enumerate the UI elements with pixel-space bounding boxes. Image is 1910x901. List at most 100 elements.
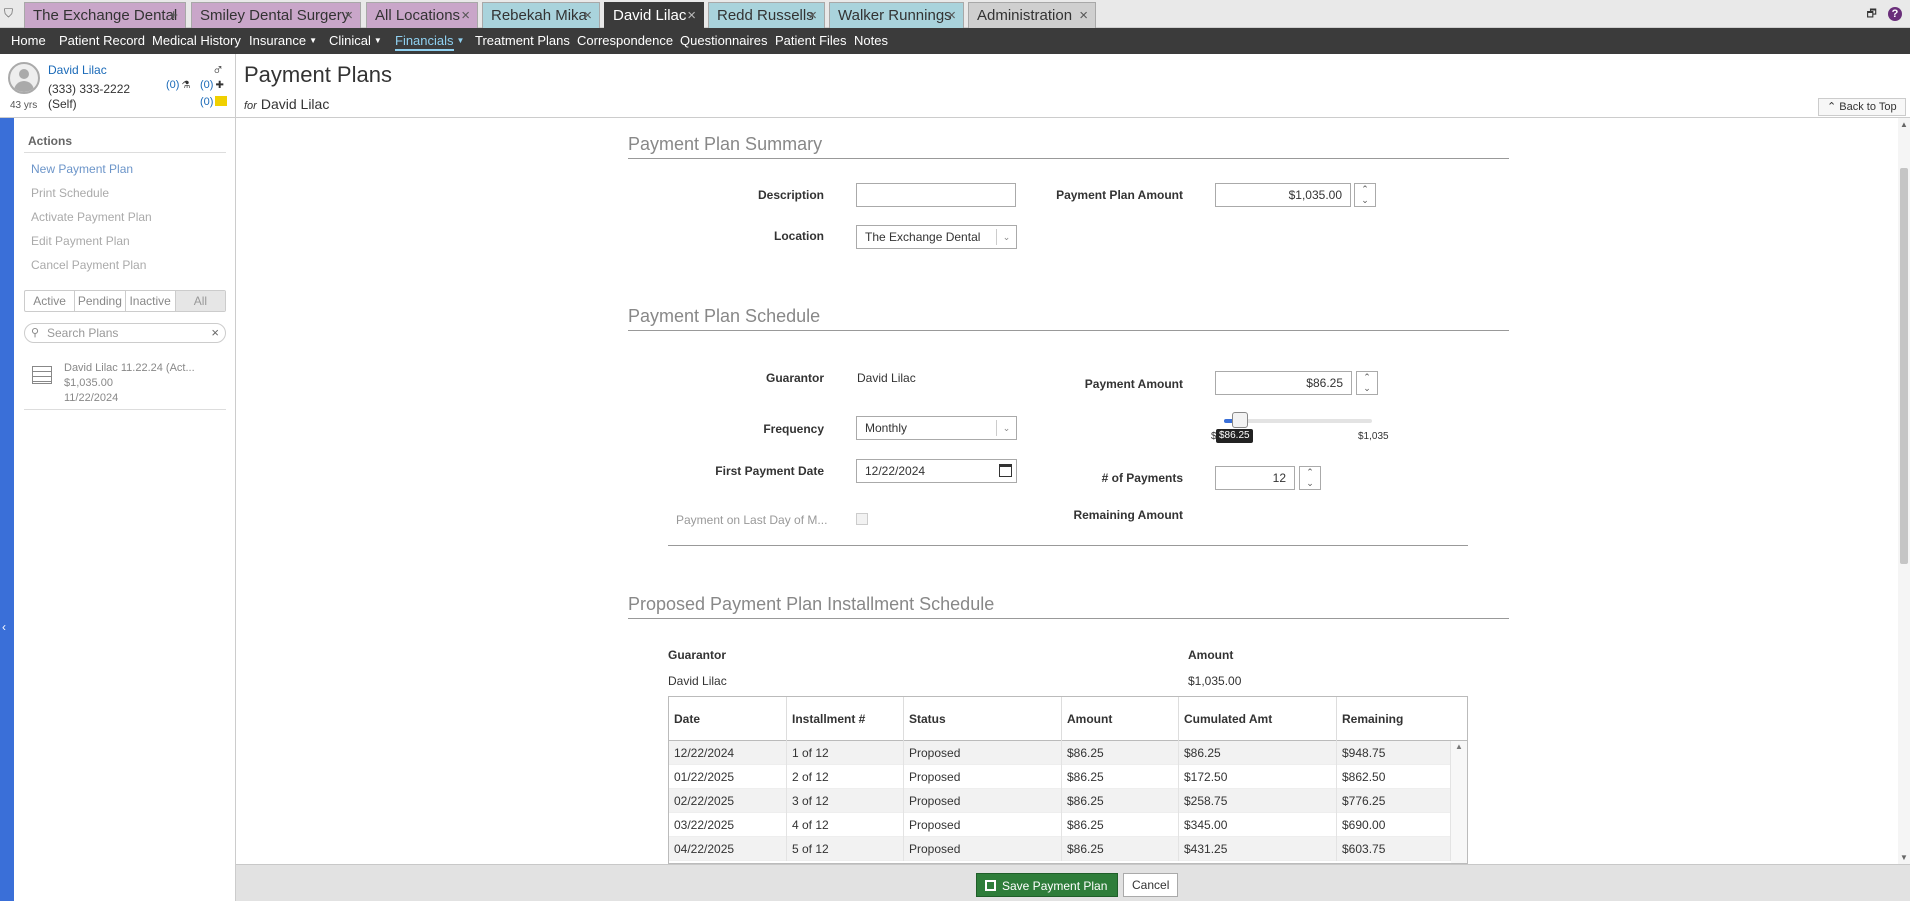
filter-all[interactable]: All [175, 291, 225, 311]
scrollbar-thumb[interactable] [1900, 168, 1908, 564]
notes-badge[interactable]: (0) [200, 96, 228, 108]
nav-insurance[interactable]: Insurance ▼ [249, 28, 317, 54]
column-header-amount[interactable]: Amount [1062, 697, 1179, 741]
table-row[interactable]: 04/22/2025 5 of 12 Proposed $86.25 $431.25 $6… [669, 837, 1451, 861]
chevron-up-icon[interactable]: ⌃ [1355, 184, 1375, 195]
chevron-up-icon[interactable]: ⌃ [1357, 372, 1377, 383]
edit-payment-plan-action[interactable]: Edit Payment Plan [31, 234, 130, 248]
num-payments-stepper[interactable]: ⌃ ⌄ [1299, 466, 1321, 490]
table-row[interactable]: 12/22/2024 1 of 12 Proposed $86.25 $86.25 $94… [669, 741, 1451, 765]
tab-all-locations[interactable]: All Locations × [366, 2, 478, 28]
patient-name-link[interactable]: David Lilac [48, 63, 107, 77]
num-payments-input[interactable] [1215, 466, 1295, 490]
chevron-down-icon[interactable]: ⌄ [1357, 383, 1377, 394]
page-scrollbar[interactable]: ▲ ▼ [1898, 118, 1910, 864]
table-row[interactable]: 02/22/2025 3 of 12 Proposed $86.25 $258.75 $7… [669, 789, 1451, 813]
scroll-up-icon[interactable]: ▲ [1451, 741, 1467, 753]
patient-phone: (333) 333-2222 [48, 82, 131, 96]
payment-amount-stepper[interactable]: ⌃ ⌄ [1356, 371, 1378, 395]
nav-questionnaires[interactable]: Questionnaires [680, 28, 767, 54]
tab-walker-runnings[interactable]: Walker Runnings × [829, 2, 964, 28]
close-icon[interactable]: × [344, 3, 353, 29]
patient-relation: (Self) [48, 97, 77, 111]
first-payment-date-value: 12/22/2024 [865, 464, 926, 478]
column-header-installment[interactable]: Installment # [787, 697, 904, 741]
nav-patient-record[interactable]: Patient Record [59, 28, 145, 54]
scroll-up-icon[interactable]: ▲ [1898, 120, 1910, 129]
filter-pending[interactable]: Pending [75, 291, 126, 311]
table-scrollbar[interactable]: ▲ [1451, 741, 1467, 863]
column-header-cumulated[interactable]: Cumulated Amt [1179, 697, 1337, 741]
close-icon[interactable]: × [808, 3, 817, 29]
frequency-select[interactable]: Monthly ⌄ [856, 416, 1017, 440]
nav-clinical[interactable]: Clinical ▼ [329, 28, 382, 54]
column-header-remaining[interactable]: Remaining [1337, 697, 1467, 741]
avatar [8, 62, 40, 94]
tab-david-lilac[interactable]: David Lilac × [604, 2, 704, 28]
slider-handle[interactable] [1232, 412, 1249, 428]
tab-rebekah-mika[interactable]: Rebekah Mika × [482, 2, 600, 28]
table-row[interactable]: 03/22/2025 4 of 12 Proposed $86.25 $345.00 $6… [669, 813, 1451, 837]
chevron-up-icon[interactable]: ⌃ [1300, 467, 1320, 478]
new-payment-plan-action[interactable]: New Payment Plan [31, 162, 133, 176]
nav-home[interactable]: Home [11, 28, 46, 54]
close-icon[interactable]: × [461, 3, 470, 29]
payment-plan-amount-stepper[interactable]: ⌃ ⌄ [1354, 183, 1376, 207]
chevron-down-icon[interactable]: ⌄ [1300, 478, 1320, 489]
calendar-icon[interactable] [999, 464, 1012, 477]
column-header-status[interactable]: Status [904, 697, 1062, 741]
search-plans-input[interactable] [47, 325, 207, 341]
location-select[interactable]: The Exchange Dental ⌄ [856, 225, 1017, 249]
lab-badge[interactable]: (0) ⚗ [166, 79, 190, 91]
filter-inactive[interactable]: Inactive [126, 291, 176, 311]
activate-payment-plan-action[interactable]: Activate Payment Plan [31, 210, 152, 224]
nav-treatment-plans[interactable]: Treatment Plans [475, 28, 570, 54]
add-tab-icon[interactable]: + [169, 3, 178, 29]
payment-last-day-checkbox[interactable] [856, 513, 868, 525]
nav-notes[interactable]: Notes [854, 28, 888, 54]
search-icon: ⚲ [31, 327, 40, 339]
chevron-down-icon[interactable]: ⌄ [1355, 195, 1375, 206]
nav-patient-files[interactable]: Patient Files [775, 28, 847, 54]
cell-installment: 2 of 12 [787, 765, 904, 789]
close-icon[interactable]: × [947, 3, 956, 29]
payment-amount-slider[interactable] [1224, 412, 1372, 428]
tab-smiley-dental-surgery[interactable]: Smiley Dental Surgery × [191, 2, 361, 28]
clear-search-icon[interactable]: × [211, 325, 219, 340]
restore-window-icon[interactable]: 🗗 [1865, 7, 1879, 21]
save-payment-plan-button[interactable]: Save Payment Plan [976, 873, 1119, 897]
payment-plan-list-item[interactable]: David Lilac 11.22.24 (Act... $1,035.00 1… [24, 356, 226, 410]
patient-age: 43 yrs [10, 100, 38, 111]
column-header-date[interactable]: Date [669, 697, 787, 741]
scroll-down-icon[interactable]: ▼ [1898, 853, 1910, 862]
cell-installment: 1 of 12 [787, 741, 904, 765]
nav-medical-history[interactable]: Medical History [152, 28, 241, 54]
cell-status: Proposed [904, 741, 1062, 765]
plan-title: David Lilac 11.22.24 (Act... [64, 362, 195, 374]
filter-active[interactable]: Active [25, 291, 76, 311]
close-icon[interactable]: × [583, 3, 592, 29]
close-icon[interactable]: × [687, 3, 696, 29]
cell-cumulated: $86.25 [1179, 741, 1337, 765]
actions-divider [24, 152, 226, 153]
location-label: Location [774, 229, 824, 243]
collapse-sidebar-strip[interactable]: ‹ [0, 118, 14, 901]
payment-amount-input[interactable] [1215, 371, 1352, 395]
nav-financials[interactable]: Financials ▼ [395, 28, 464, 54]
tab-administration[interactable]: Administration × [968, 2, 1096, 28]
payment-plan-amount-input[interactable] [1215, 183, 1351, 207]
back-to-top-button[interactable]: ⌃ Back to Top [1818, 98, 1906, 116]
tab-redd-russells[interactable]: Redd Russells × [708, 2, 825, 28]
cancel-button[interactable]: Cancel [1123, 873, 1179, 897]
cancel-payment-plan-action[interactable]: Cancel Payment Plan [31, 258, 146, 272]
print-schedule-action[interactable]: Print Schedule [31, 186, 109, 200]
first-payment-date-input[interactable]: 12/22/2024 [856, 459, 1017, 483]
close-icon[interactable]: × [1079, 3, 1088, 29]
nav-correspondence[interactable]: Correspondence [577, 28, 673, 54]
description-input[interactable] [856, 183, 1016, 207]
table-row[interactable]: 01/22/2025 2 of 12 Proposed $86.25 $172.50 $8… [669, 765, 1451, 789]
tab-the-exchange-dental[interactable]: The Exchange Dental + [24, 2, 186, 28]
cell-status: Proposed [904, 765, 1062, 789]
help-icon[interactable]: ? [1888, 7, 1902, 21]
plus-badge[interactable]: (0) ✚ [200, 79, 224, 91]
